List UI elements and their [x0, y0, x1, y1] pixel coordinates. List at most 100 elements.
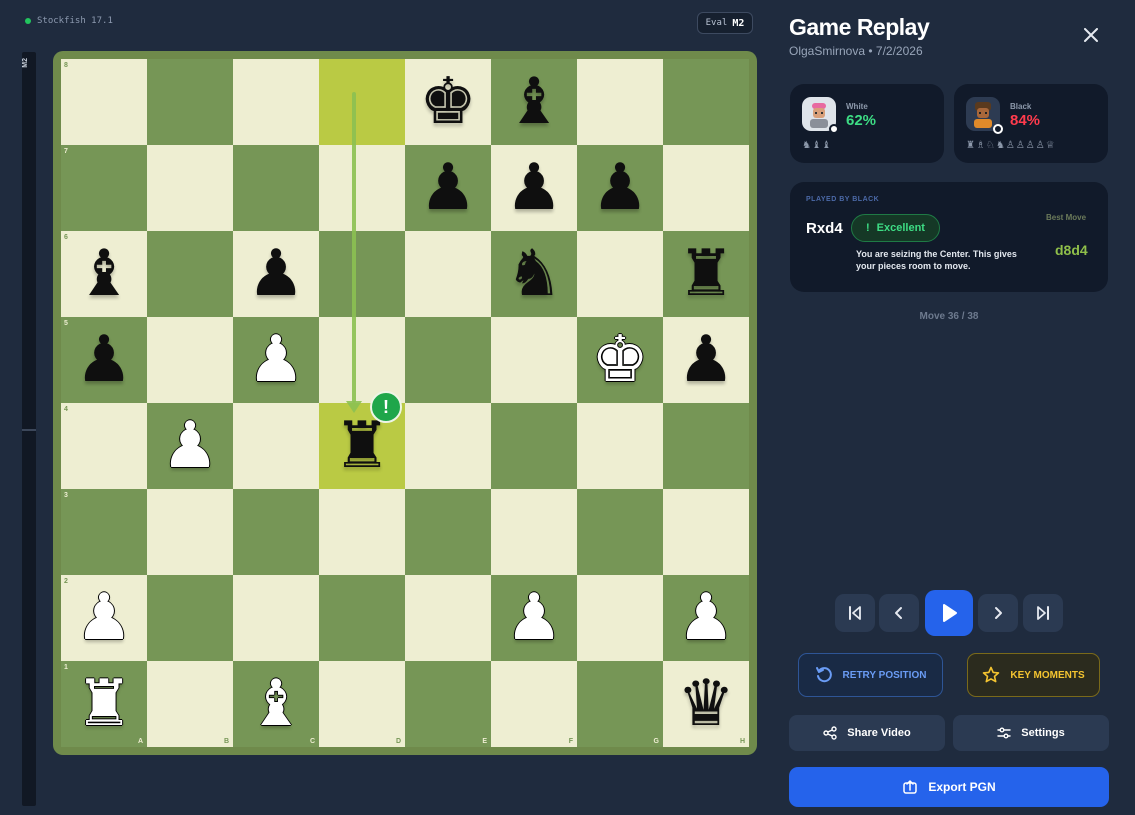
square-a2[interactable]: 2 ♟	[61, 575, 147, 661]
black-pawn-icon[interactable]: ♟	[247, 242, 304, 306]
close-icon[interactable]	[1078, 22, 1104, 48]
square-g2[interactable]	[577, 575, 663, 661]
black-pawn-icon[interactable]: ♟	[419, 156, 476, 220]
square-f8[interactable]: ♝	[491, 59, 577, 145]
square-c5[interactable]: ♟	[233, 317, 319, 403]
square-h2[interactable]: ♟	[663, 575, 749, 661]
square-h6[interactable]: ♜	[663, 231, 749, 317]
black-pawn-icon[interactable]: ♟	[677, 328, 734, 392]
square-c1[interactable]: C ♝	[233, 661, 319, 747]
square-b1[interactable]: B	[147, 661, 233, 747]
square-g3[interactable]	[577, 489, 663, 575]
white-pawn-icon[interactable]: ♟	[247, 328, 304, 392]
square-h1[interactable]: H ♛	[663, 661, 749, 747]
square-a1[interactable]: 1 A ♜	[61, 661, 147, 747]
square-c6[interactable]: ♟	[233, 231, 319, 317]
white-pawn-icon[interactable]: ♟	[75, 586, 132, 650]
next-move-button[interactable]	[978, 594, 1018, 632]
square-f5[interactable]	[491, 317, 577, 403]
play-button[interactable]	[925, 590, 973, 636]
square-f3[interactable]	[491, 489, 577, 575]
square-c4[interactable]	[233, 403, 319, 489]
square-e5[interactable]	[405, 317, 491, 403]
black-rook-icon[interactable]: ♜	[677, 242, 734, 306]
white-rook-icon[interactable]: ♜	[75, 672, 132, 736]
square-e6[interactable]	[405, 231, 491, 317]
square-g6[interactable]	[577, 231, 663, 317]
square-c8[interactable]	[233, 59, 319, 145]
square-b7[interactable]	[147, 145, 233, 231]
square-c3[interactable]	[233, 489, 319, 575]
white-pawn-icon[interactable]: ♟	[677, 586, 734, 650]
square-h7[interactable]	[663, 145, 749, 231]
square-e1[interactable]: E	[405, 661, 491, 747]
black-rook-icon[interactable]: ♜	[333, 414, 390, 478]
square-a6[interactable]: 6 ♝	[61, 231, 147, 317]
square-c2[interactable]	[233, 575, 319, 661]
black-queen-icon[interactable]: ♛	[677, 672, 734, 736]
square-g8[interactable]	[577, 59, 663, 145]
square-f1[interactable]: F	[491, 661, 577, 747]
last-move-button[interactable]	[1023, 594, 1063, 632]
square-f7[interactable]: ♟	[491, 145, 577, 231]
square-b6[interactable]	[147, 231, 233, 317]
settings-button[interactable]: Settings	[953, 715, 1109, 751]
square-h4[interactable]	[663, 403, 749, 489]
square-d8[interactable]	[319, 59, 405, 145]
white-bishop-icon[interactable]: ♝	[247, 672, 304, 736]
square-b4[interactable]: ♟	[147, 403, 233, 489]
square-e7[interactable]: ♟	[405, 145, 491, 231]
square-h3[interactable]	[663, 489, 749, 575]
key-moments-button[interactable]: KEY MOMENTS	[967, 653, 1100, 697]
black-pawn-icon[interactable]: ♟	[505, 156, 562, 220]
retry-position-button[interactable]: RETRY POSITION	[798, 653, 943, 697]
square-g4[interactable]	[577, 403, 663, 489]
square-b3[interactable]	[147, 489, 233, 575]
square-f2[interactable]: ♟	[491, 575, 577, 661]
white-king-icon[interactable]: ♚	[591, 328, 648, 392]
square-c7[interactable]	[233, 145, 319, 231]
play-icon	[943, 604, 957, 622]
black-pawn-icon[interactable]: ♟	[75, 328, 132, 392]
export-pgn-button[interactable]: Export PGN	[789, 767, 1109, 807]
square-d5[interactable]	[319, 317, 405, 403]
chess-board[interactable]: 8 ♚ ♝ 7 ♟ ♟ ♟ 6 ♝ ♟ ♞ ♜ 5 ♟ ♟ ♚ ♟ 4 ♟ ♜ 3 2 ♟ ♟ ♟ 1 A ♜ B C ♝ D E F G H ♛	[61, 59, 749, 747]
black-bishop-icon[interactable]: ♝	[75, 242, 132, 306]
square-d3[interactable]	[319, 489, 405, 575]
square-g1[interactable]: G	[577, 661, 663, 747]
square-b5[interactable]	[147, 317, 233, 403]
square-e4[interactable]	[405, 403, 491, 489]
square-e3[interactable]	[405, 489, 491, 575]
square-e8[interactable]: ♚	[405, 59, 491, 145]
square-e2[interactable]	[405, 575, 491, 661]
white-pawn-icon[interactable]: ♟	[505, 586, 562, 650]
share-video-button[interactable]: Share Video	[789, 715, 945, 751]
square-d2[interactable]	[319, 575, 405, 661]
black-captured-pieces: ♜♗♘♞♙♙♙♙♕	[966, 140, 1056, 151]
square-d1[interactable]: D	[319, 661, 405, 747]
black-king-icon[interactable]: ♚	[419, 70, 476, 134]
first-move-button[interactable]	[835, 594, 875, 632]
square-d7[interactable]	[319, 145, 405, 231]
rank-label: 7	[64, 148, 68, 155]
square-a8[interactable]: 8	[61, 59, 147, 145]
previous-move-button[interactable]	[879, 594, 919, 632]
square-a5[interactable]: 5 ♟	[61, 317, 147, 403]
square-a3[interactable]: 3	[61, 489, 147, 575]
square-a7[interactable]: 7	[61, 145, 147, 231]
square-b2[interactable]	[147, 575, 233, 661]
square-g7[interactable]: ♟	[577, 145, 663, 231]
square-f6[interactable]: ♞	[491, 231, 577, 317]
square-f4[interactable]	[491, 403, 577, 489]
square-h5[interactable]: ♟	[663, 317, 749, 403]
black-knight-icon[interactable]: ♞	[505, 242, 562, 306]
square-d6[interactable]	[319, 231, 405, 317]
square-h8[interactable]	[663, 59, 749, 145]
file-label: E	[482, 738, 487, 745]
square-b8[interactable]	[147, 59, 233, 145]
square-a4[interactable]: 4	[61, 403, 147, 489]
square-g5[interactable]: ♚	[577, 317, 663, 403]
white-pawn-icon[interactable]: ♟	[161, 414, 218, 478]
black-pawn-icon[interactable]: ♟	[591, 156, 648, 220]
black-bishop-icon[interactable]: ♝	[505, 70, 562, 134]
